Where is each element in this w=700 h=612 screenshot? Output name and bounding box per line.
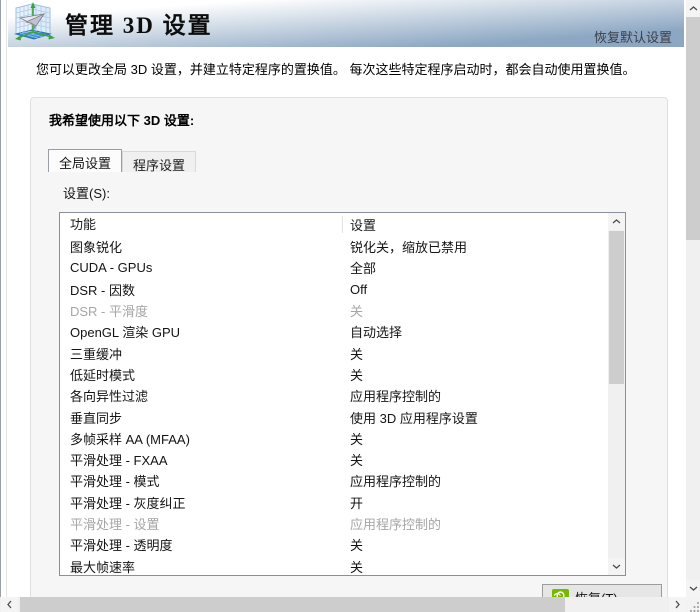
feature-cell: 低延时模式 [60, 365, 343, 384]
feature-cell: DSR - 平滑度 [60, 301, 343, 320]
table-row[interactable]: 最大帧速率关 [60, 555, 608, 574]
page-header: 管理 3D 设置 恢复默认设置 [8, 0, 684, 47]
tab-global-settings[interactable]: 全局设置 [48, 149, 122, 172]
chevron-up-icon[interactable] [608, 213, 625, 230]
settings-list-label: 设置(S): [63, 183, 110, 202]
tab-strip: 全局设置 程序设置 [48, 149, 196, 172]
settings-rows: 图象锐化锐化关，缩放已禁用CUDA - GPUs全部DSR - 因数OffDSR… [60, 236, 608, 574]
feature-cell: 平滑处理 - 设置 [60, 514, 343, 533]
table-row[interactable]: 平滑处理 - 设置应用程序控制的 [60, 513, 608, 534]
listview-scrollbar[interactable] [608, 213, 625, 575]
feature-cell: 平滑处理 - 透明度 [60, 535, 343, 554]
listview-scroll-thumb[interactable] [609, 231, 624, 384]
feature-cell: 三重缓冲 [60, 344, 343, 363]
column-header-feature[interactable]: 功能 [60, 216, 343, 233]
window-vertical-scrollbar[interactable] [686, 0, 700, 597]
horizontal-scroll-thumb[interactable] [20, 597, 565, 612]
table-row[interactable]: DSR - 因数Off [60, 279, 608, 300]
chevron-down-icon[interactable] [608, 558, 625, 575]
setting-value-cell[interactable]: 应用程序控制的 [343, 514, 608, 533]
setting-value-cell[interactable]: 关 [343, 450, 608, 469]
setting-value-cell[interactable]: 应用程序控制的 [343, 386, 608, 405]
setting-value-cell[interactable]: 开 [343, 493, 608, 512]
setting-value-cell[interactable]: 应用程序控制的 [343, 471, 608, 490]
feature-cell: 垂直同步 [60, 408, 343, 427]
feature-cell: 多帧采样 AA (MFAA) [60, 429, 343, 448]
nav-splitter-highlight [6, 0, 7, 597]
feature-cell: 图象锐化 [60, 237, 343, 256]
setting-value-cell[interactable]: 关 [343, 429, 608, 448]
table-row[interactable]: 平滑处理 - 模式应用程序控制的 [60, 470, 608, 491]
chevron-left-icon[interactable] [1, 597, 18, 612]
table-row[interactable]: 平滑处理 - 透明度关 [60, 534, 608, 555]
vertical-scroll-thumb[interactable] [686, 17, 700, 240]
settings-listview: 功能 设置 图象锐化锐化关，缩放已禁用CUDA - GPUs全部DSR - 因数… [59, 212, 626, 576]
table-row[interactable]: 图象锐化锐化关，缩放已禁用 [60, 236, 608, 257]
feature-cell: CUDA - GPUs [60, 260, 343, 275]
setting-value-cell[interactable]: 使用 3D 应用程序设置 [343, 408, 608, 427]
table-row[interactable]: 平滑处理 - 灰度纠正开 [60, 492, 608, 513]
setting-value-cell[interactable]: 关 [343, 344, 608, 363]
feature-cell: 平滑处理 - FXAA [60, 450, 343, 469]
chevron-right-icon[interactable] [669, 597, 686, 612]
section-heading: 我希望使用以下 3D 设置: [49, 110, 194, 129]
setting-value-cell[interactable]: 关 [343, 301, 608, 320]
column-header-setting[interactable]: 设置 [343, 215, 625, 234]
table-row[interactable]: 平滑处理 - FXAA关 [60, 449, 608, 470]
table-row[interactable]: 垂直同步使用 3D 应用程序设置 [60, 406, 608, 427]
feature-cell: 最大帧速率 [60, 557, 343, 574]
setting-value-cell[interactable]: 关 [343, 535, 608, 554]
setting-value-cell[interactable]: Off [343, 282, 608, 297]
table-row[interactable]: OpenGL 渲染 GPU自动选择 [60, 321, 608, 342]
setting-value-cell[interactable]: 锐化关，缩放已禁用 [343, 237, 608, 256]
setting-value-cell[interactable]: 关 [343, 365, 608, 384]
setting-value-cell[interactable]: 全部 [343, 258, 608, 277]
resize-grip-icon[interactable] [686, 597, 700, 612]
table-row[interactable]: CUDA - GPUs全部 [60, 257, 608, 278]
feature-cell: 平滑处理 - 灰度纠正 [60, 493, 343, 512]
table-row[interactable]: 多帧采样 AA (MFAA)关 [60, 428, 608, 449]
3d-settings-icon [10, 2, 60, 46]
feature-cell: OpenGL 渲染 GPU [60, 322, 343, 341]
table-row[interactable]: 低延时模式关 [60, 364, 608, 385]
window-horizontal-scrollbar[interactable] [0, 597, 686, 612]
chevron-down-icon[interactable] [686, 580, 700, 597]
setting-value-cell[interactable]: 关 [343, 557, 608, 574]
listview-header: 功能 设置 [60, 213, 625, 236]
table-row[interactable]: 各向异性过滤应用程序控制的 [60, 385, 608, 406]
feature-cell: 各向异性过滤 [60, 386, 343, 405]
feature-cell: 平滑处理 - 模式 [60, 471, 343, 490]
settings-panel: 我希望使用以下 3D 设置: 全局设置 程序设置 设置(S): 功能 设置 图象… [30, 97, 668, 612]
feature-cell: DSR - 因数 [60, 280, 343, 299]
table-row[interactable]: 三重缓冲关 [60, 342, 608, 363]
tab-program-settings[interactable]: 程序设置 [122, 151, 196, 172]
page-title: 管理 3D 设置 [65, 6, 213, 40]
setting-value-cell[interactable]: 自动选择 [343, 322, 608, 341]
nav-splitter-line [0, 0, 1, 597]
chevron-up-icon[interactable] [686, 0, 700, 17]
page-description: 您可以更改全局 3D 设置，并建立特定程序的置换值。 每次这些特定程序启动时，都… [36, 59, 666, 78]
table-row[interactable]: DSR - 平滑度关 [60, 300, 608, 321]
restore-defaults-link[interactable]: 恢复默认设置 [594, 27, 672, 46]
